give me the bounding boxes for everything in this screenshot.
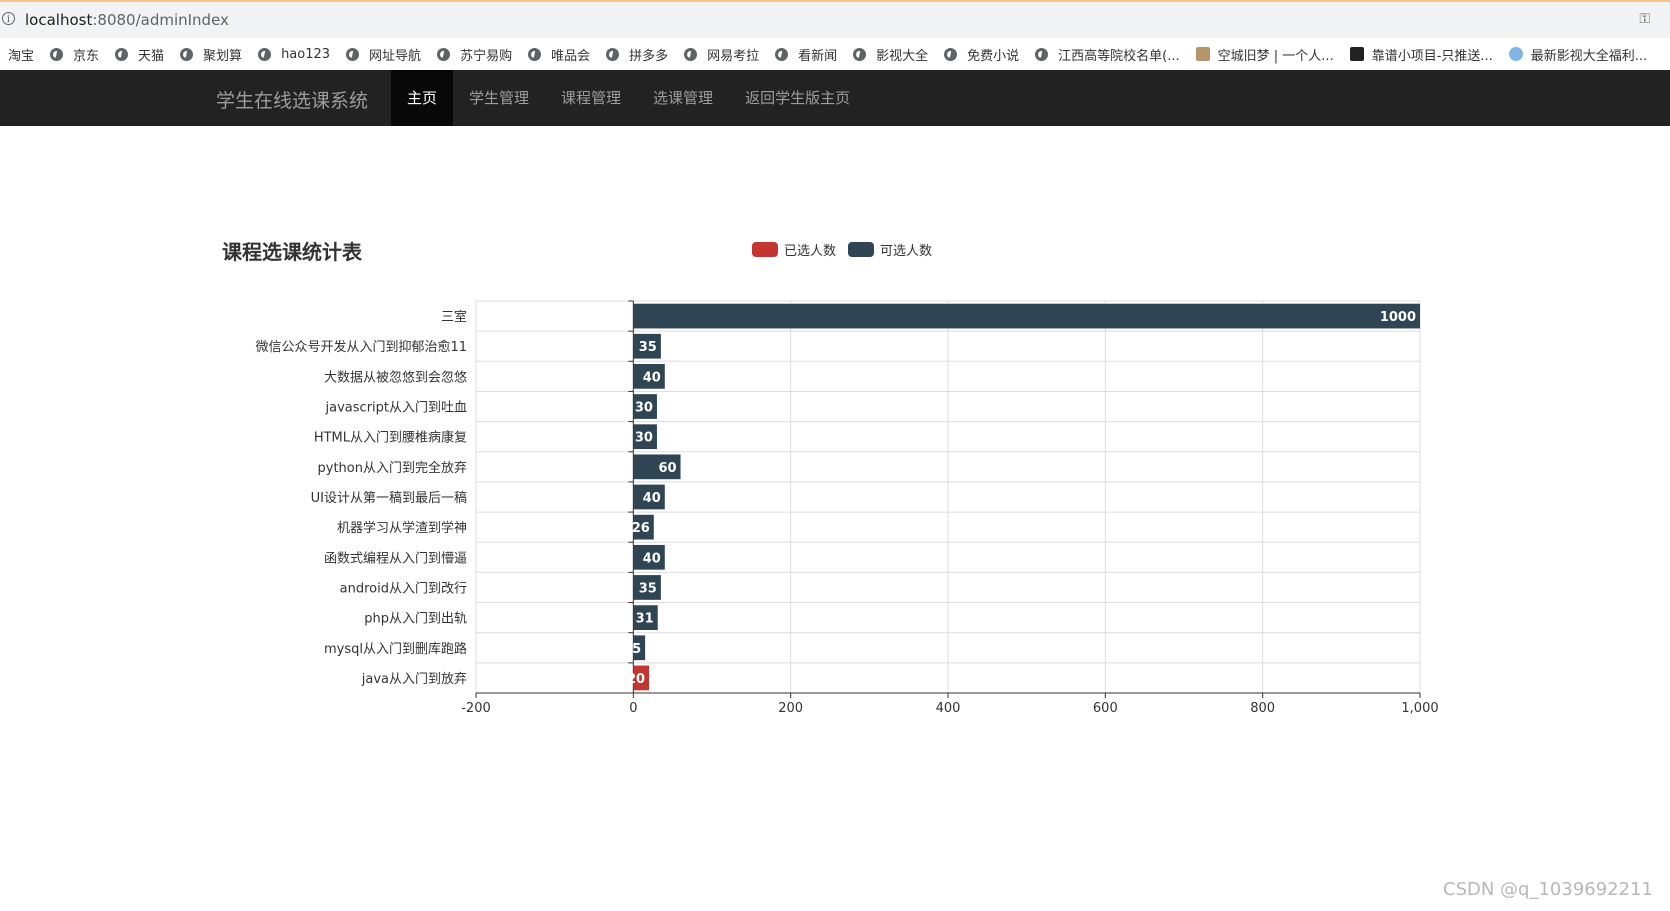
x-tick-label: 1,000 xyxy=(1401,701,1438,716)
data-label: 1000 xyxy=(1380,310,1416,325)
data-label: 40 xyxy=(643,370,661,385)
category-label: HTML从入门到腰椎病康复 xyxy=(314,430,467,446)
bar-available xyxy=(633,303,1420,329)
x-tick-label: 0 xyxy=(629,701,637,716)
data-label: 40 xyxy=(643,491,661,506)
category-label: UI设计从第一稿到最后一稿 xyxy=(311,490,467,506)
category-label: java从入门到放弃 xyxy=(361,672,467,687)
watermark: CSDN @q_1039692211 xyxy=(1443,879,1653,900)
category-label: 微信公众号开发从入门到抑郁治愈11 xyxy=(255,339,467,355)
category-label: php从入门到出轨 xyxy=(364,612,467,627)
category-label: 大数据从被忽悠到会忽悠 xyxy=(324,370,467,385)
data-label: 26 xyxy=(632,521,650,536)
category-label: android从入门到改行 xyxy=(340,581,467,596)
data-label: 30 xyxy=(635,431,653,446)
data-label: 20 xyxy=(627,672,645,687)
category-label: 机器学习从学渣到学神 xyxy=(337,520,467,536)
category-label: python从入门到完全放弃 xyxy=(318,460,467,476)
x-tick-label: 400 xyxy=(936,701,961,716)
x-tick-label: 800 xyxy=(1250,701,1275,716)
data-label: 35 xyxy=(639,340,657,355)
category-label: 三室 xyxy=(441,309,467,325)
data-label: 31 xyxy=(636,612,654,627)
data-label: 35 xyxy=(639,581,657,596)
category-label: mysql从入门到删库跑路 xyxy=(324,641,467,657)
data-label: 40 xyxy=(643,551,661,566)
data-label: 60 xyxy=(658,461,676,476)
data-label: 30 xyxy=(635,401,653,416)
x-tick-label: 200 xyxy=(778,701,803,716)
x-tick-label: 600 xyxy=(1093,701,1118,716)
x-tick-label: -200 xyxy=(461,701,491,716)
category-label: 函数式编程从入门到懵逼 xyxy=(324,551,467,566)
data-label: 15 xyxy=(623,642,641,657)
bar-chart: -200 0 200 400 600 800 1,000 三室 1000 微信公众号开发从入门到抑… xyxy=(255,300,1439,716)
category-label: javascript从入门到吐血 xyxy=(325,401,467,416)
